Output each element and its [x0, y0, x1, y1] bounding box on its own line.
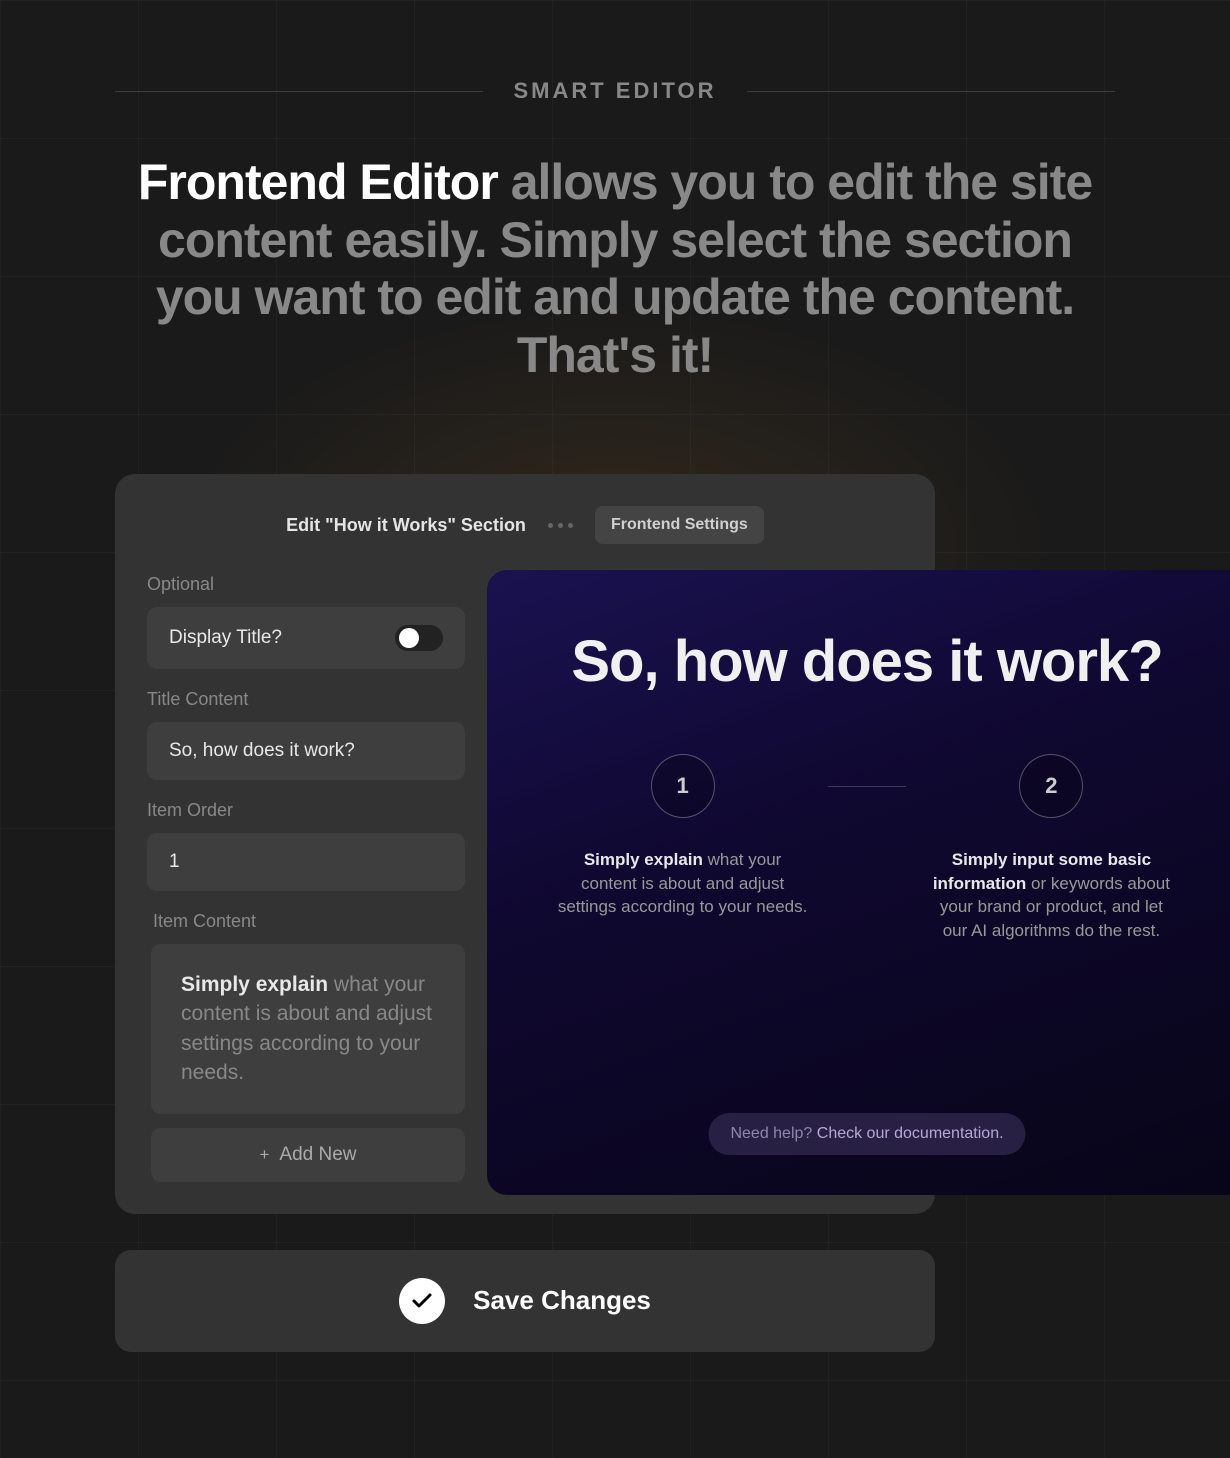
display-title-label: Display Title?: [169, 627, 282, 649]
hero-heading: Frontend Editor allows you to edit the s…: [115, 154, 1115, 384]
preview-title: So, how does it work?: [537, 630, 1197, 694]
title-content-input[interactable]: So, how does it work?: [147, 722, 465, 780]
save-changes-button[interactable]: Save Changes: [115, 1250, 935, 1352]
step-strong: Simply explain: [584, 850, 703, 869]
hero-strong: Frontend Editor: [138, 154, 498, 210]
step-number-icon: 1: [651, 754, 715, 818]
display-title-toggle[interactable]: [395, 625, 443, 651]
preview-step: 1 Simply explain what your content is ab…: [537, 754, 828, 919]
eyebrow-text: SMART EDITOR: [513, 78, 716, 104]
label-title-content: Title Content: [147, 689, 465, 710]
item-order-input[interactable]: 1: [147, 833, 465, 891]
display-title-field: Display Title?: [147, 607, 465, 669]
toggle-knob-icon: [399, 628, 419, 648]
preview-steps: 1 Simply explain what your content is ab…: [537, 754, 1197, 943]
plus-icon: +: [259, 1145, 269, 1164]
add-new-button[interactable]: + Add New: [151, 1128, 465, 1182]
help-muted: Need help?: [730, 1125, 816, 1142]
add-new-label: Add New: [279, 1144, 356, 1165]
panel-tabs: Edit "How it Works" Section Frontend Set…: [147, 506, 903, 544]
item-content-strong: Simply explain: [181, 973, 328, 996]
label-optional: Optional: [147, 574, 465, 595]
label-item-order: Item Order: [147, 800, 465, 821]
divider-line: [115, 91, 483, 92]
divider-line: [747, 91, 1115, 92]
step-text: Simply explain what your content is abou…: [537, 848, 828, 919]
eyebrow-row: SMART EDITOR: [115, 0, 1115, 104]
help-link: Check our documentation.: [817, 1125, 1004, 1142]
step-number-icon: 2: [1019, 754, 1083, 818]
step-connector-line: [828, 786, 906, 788]
check-circle-icon: [399, 1278, 445, 1324]
item-content-input[interactable]: Simply explain what your content is abou…: [151, 944, 465, 1114]
tab-dots-icon: [548, 523, 573, 528]
tab-edit-section[interactable]: Edit "How it Works" Section: [286, 515, 526, 536]
label-item-content: Item Content: [147, 911, 465, 932]
step-text: Simply input some basic information or k…: [906, 848, 1197, 943]
preview-step: 2 Simply input some basic information or…: [906, 754, 1197, 943]
preview-pane: So, how does it work? 1 Simply explain w…: [487, 570, 1230, 1195]
save-label: Save Changes: [473, 1285, 651, 1316]
help-pill[interactable]: Need help? Check our documentation.: [708, 1113, 1025, 1155]
tab-frontend-settings[interactable]: Frontend Settings: [595, 506, 764, 544]
